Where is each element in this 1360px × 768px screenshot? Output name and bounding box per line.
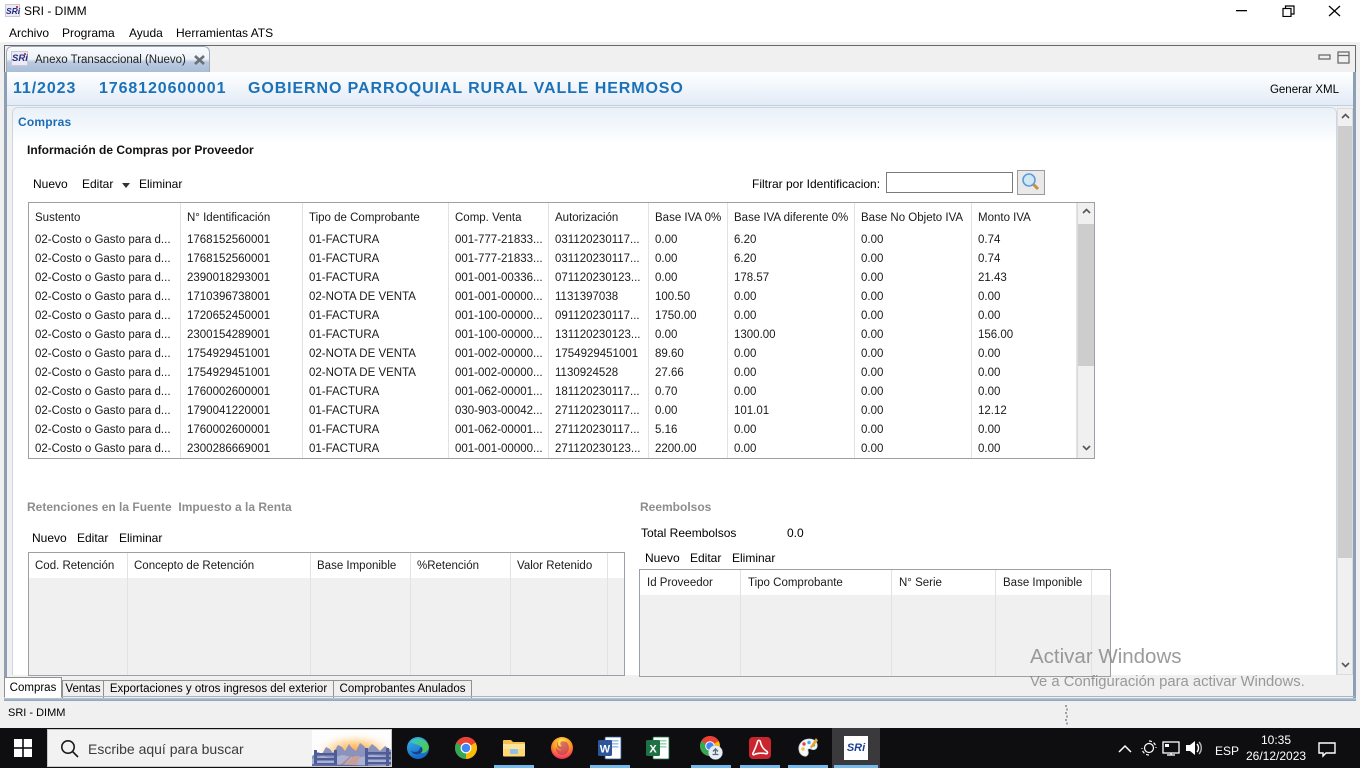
- svg-text:X: X: [649, 744, 657, 756]
- svg-text:W: W: [600, 744, 611, 756]
